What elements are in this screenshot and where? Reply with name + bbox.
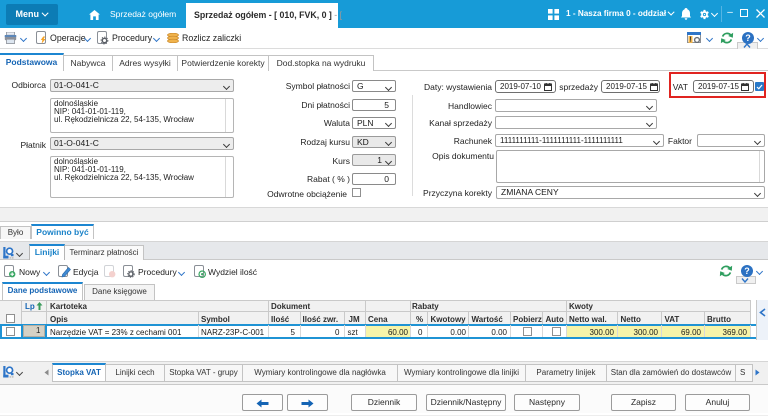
svg-text:?: ?: [744, 266, 750, 276]
svg-text:?: ?: [745, 33, 751, 43]
svg-text:!: !: [689, 37, 691, 44]
